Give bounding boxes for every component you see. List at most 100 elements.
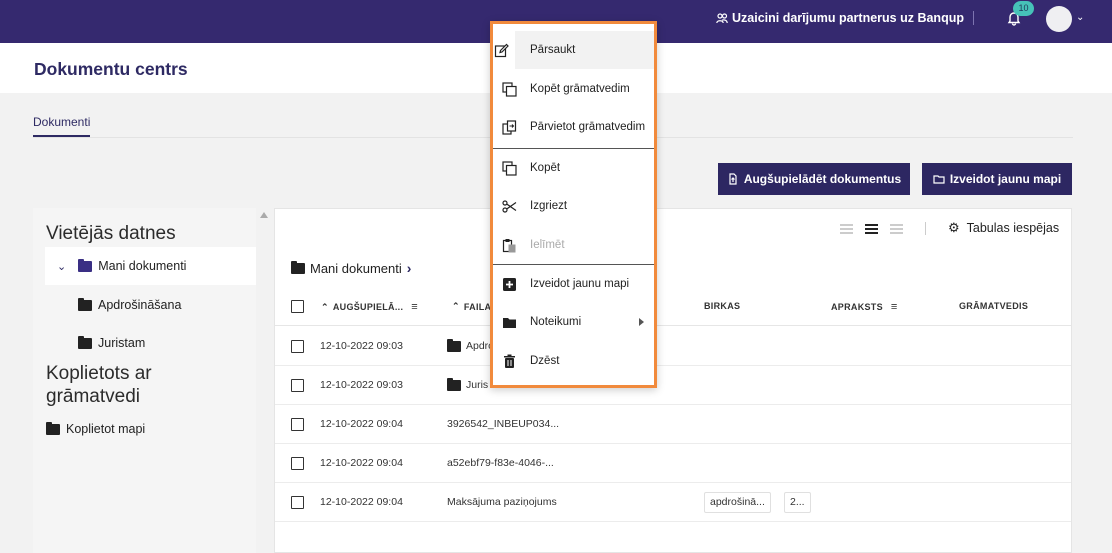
topbar-divider: [973, 11, 974, 25]
menu-item-label: Izveidot jaunu mapi: [530, 278, 630, 290]
menu-item-label: Izgriezt: [530, 200, 568, 212]
copy-icon: [501, 81, 517, 97]
select-all-checkbox[interactable]: [291, 300, 304, 313]
folder-icon: [447, 377, 461, 391]
new-folder-icon: [933, 175, 945, 184]
column-accountant[interactable]: GRĀMATVEDIS: [959, 301, 1028, 311]
create-folder-button[interactable]: Izveidot jaunu mapi: [922, 163, 1072, 195]
tag-badge[interactable]: 2...: [784, 492, 811, 513]
table-row[interactable]: 12-10-2022 09:04 Maksājuma paziņojums ap…: [275, 483, 1071, 522]
menu-item-delete[interactable]: Dzēst: [493, 342, 654, 380]
sort-icon[interactable]: ⌃: [452, 301, 460, 312]
chevron-down-icon[interactable]: ⌄: [1076, 12, 1084, 23]
tab-documents[interactable]: Dokumenti: [33, 115, 91, 137]
page-title: Dokumentu centrs: [34, 59, 188, 79]
copy-icon: [501, 160, 517, 176]
scroll-up-arrow-icon[interactable]: [260, 212, 268, 218]
menu-item-rules[interactable]: Noteikumi: [493, 303, 654, 341]
menu-item-label: Dzēst: [530, 355, 560, 367]
folder-sidebar: Vietējās datnes ⌄ Mani dokumenti Apdroši…: [33, 208, 256, 553]
menu-item-move-to-accountant[interactable]: Pārvietot grāmatvedim: [493, 108, 654, 146]
breadcrumb-label: Mani dokumenti: [310, 260, 402, 276]
view-divider: [925, 222, 926, 235]
column-file[interactable]: ⌃ FAILA: [452, 301, 491, 312]
chevron-right-icon: [639, 318, 644, 326]
row-checkbox[interactable]: [291, 340, 304, 353]
menu-item-label: Ielīmēt: [530, 239, 565, 251]
menu-item-copy-to-accountant[interactable]: Kopēt grāmatvedim: [493, 70, 654, 108]
row-name[interactable]: Maksājuma paziņojums: [447, 496, 557, 508]
menu-item-label: Kopēt: [530, 162, 561, 174]
column-label: FAILA: [463, 301, 492, 312]
folder-icon: [78, 258, 93, 272]
invite-partners-link[interactable]: Uzaicini darījumu partnerus uz Banqup: [716, 11, 964, 25]
filter-icon[interactable]: ≡: [891, 301, 898, 313]
column-label: BIRKAS: [704, 301, 741, 311]
tag-badge[interactable]: apdrošinā...: [704, 492, 771, 513]
table-row[interactable]: 12-10-2022 09:04 3926542_INBEUP034...: [275, 405, 1071, 444]
sidebar-item-insurance[interactable]: Apdrošināšana: [78, 297, 182, 312]
list-view-icon[interactable]: [865, 223, 878, 234]
table-row[interactable]: 12-10-2022 09:03 Juris: [275, 366, 1071, 405]
upload-documents-button[interactable]: Augšupielādēt dokumentus: [718, 163, 910, 195]
row-checkbox[interactable]: [291, 457, 304, 470]
edit-icon: [493, 42, 509, 58]
row-checkbox[interactable]: [291, 379, 304, 392]
create-folder-label: Izveidot jaunu mapi: [949, 172, 1062, 186]
table-options-button[interactable]: ⚙ Tabulas iespējas: [948, 220, 1059, 236]
sidebar-item-label: Mani dokumenti: [98, 259, 187, 273]
sort-icon[interactable]: ⌃: [321, 302, 329, 313]
row-checkbox[interactable]: [291, 418, 304, 431]
menu-item-cut[interactable]: Izgriezt: [493, 187, 654, 225]
folder-icon: [78, 335, 92, 349]
menu-item-label: Pārsaukt: [530, 44, 576, 56]
table-options-label: Tabulas iespējas: [966, 221, 1060, 235]
row-name[interactable]: Juris: [447, 377, 488, 391]
sidebar-item-shared-folder[interactable]: Koplietot mapi: [46, 421, 146, 436]
menu-item-copy[interactable]: Kopēt: [493, 149, 654, 187]
avatar[interactable]: [1046, 6, 1072, 32]
menu-item-paste[interactable]: Ielīmēt: [493, 226, 654, 264]
folder-icon: [46, 421, 60, 435]
people-icon: [716, 13, 728, 24]
plus-box-icon: [501, 276, 517, 292]
context-menu: Pārsaukt Kopēt grāmatvedim Pārvietot grā…: [490, 21, 657, 388]
row-checkbox[interactable]: [291, 496, 304, 509]
upload-icon: [729, 173, 737, 185]
row-name[interactable]: 3926542_INBEUP034...: [447, 418, 559, 430]
table-row[interactable]: 12-10-2022 09:04 a52ebf79-f83e-4046-...: [275, 444, 1071, 483]
shared-heading: Koplietots ar grāmatvedi: [46, 363, 152, 407]
breadcrumb[interactable]: Mani dokumenti ›: [291, 260, 411, 276]
table-header: ⌃ AUGŠUPIELĀ... ≡ ⌃ FAILA BIRKAS APRAKST…: [275, 288, 1071, 326]
row-date: 12-10-2022 09:03: [320, 340, 403, 352]
invite-label: Uzaicini darījumu partnerus uz Banqup: [732, 11, 964, 25]
sidebar-item-lawyer[interactable]: Juristam: [78, 335, 145, 350]
upload-label: Augšupielādēt dokumentus: [743, 172, 902, 186]
gear-icon: ⚙: [948, 220, 960, 235]
row-date: 12-10-2022 09:04: [320, 457, 403, 469]
chevron-down-icon[interactable]: ⌄: [57, 260, 66, 273]
menu-item-label: Kopēt grāmatvedim: [530, 83, 630, 95]
column-tags[interactable]: BIRKAS: [704, 301, 740, 311]
menu-item-rename[interactable]: Pārsaukt: [494, 31, 654, 69]
table-row[interactable]: 12-10-2022 09:03 Apdro: [275, 327, 1071, 366]
scissors-icon: [501, 198, 517, 214]
column-description[interactable]: APRAKSTS ≡: [831, 301, 898, 313]
column-uploaded[interactable]: ⌃ AUGŠUPIELĀ... ≡: [321, 301, 418, 313]
menu-item-new-folder[interactable]: Izveidot jaunu mapi: [493, 265, 654, 303]
filter-icon[interactable]: ≡: [411, 301, 418, 313]
row-name[interactable]: a52ebf79-f83e-4046-...: [447, 457, 554, 469]
sidebar-item-label: Koplietot mapi: [66, 422, 146, 436]
trash-icon: [501, 353, 517, 369]
row-date: 12-10-2022 09:04: [320, 496, 403, 508]
large-view-icon[interactable]: [890, 223, 903, 234]
move-icon: [501, 119, 517, 135]
menu-item-label: Noteikumi: [530, 316, 582, 328]
sidebar-item-my-documents[interactable]: ⌄ Mani dokumenti: [45, 247, 256, 285]
local-files-heading: Vietējās datnes: [46, 223, 176, 244]
row-name[interactable]: Apdro: [447, 338, 494, 352]
paste-icon: [501, 237, 517, 253]
sidebar-item-label: Apdrošināšana: [98, 298, 182, 312]
compact-view-icon[interactable]: [840, 223, 853, 234]
menu-item-label: Pārvietot grāmatvedim: [530, 121, 646, 133]
